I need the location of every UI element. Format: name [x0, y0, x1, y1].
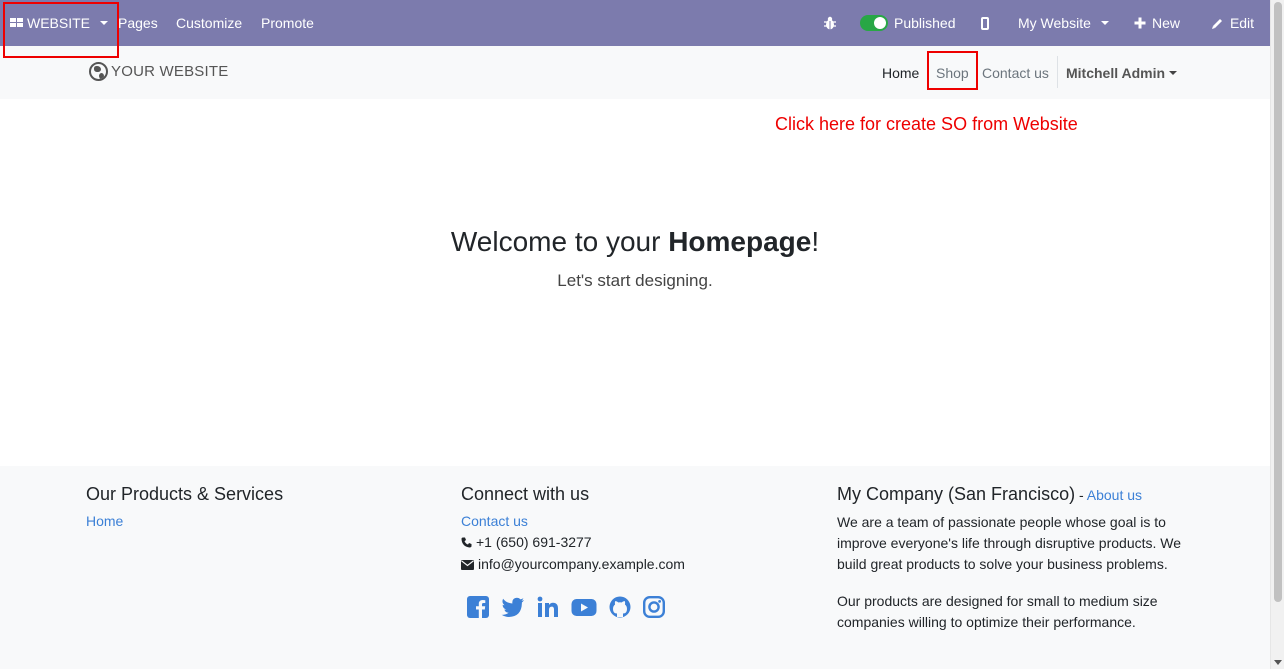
facebook-icon[interactable] — [467, 595, 489, 624]
apps-grid-icon — [10, 18, 23, 28]
youtube-icon[interactable] — [571, 596, 597, 624]
github-icon[interactable] — [609, 596, 631, 624]
nav-contact-link[interactable]: Contact us — [982, 65, 1049, 81]
plus-icon — [1134, 17, 1146, 29]
instagram-icon[interactable] — [643, 595, 666, 624]
logo-text: YOUR WEBSITE — [111, 63, 229, 80]
debug-bug-button[interactable] — [823, 0, 837, 46]
footer-email-text: info@yourcompany.example.com — [478, 556, 685, 572]
footer-products-title: Our Products & Services — [86, 484, 284, 504]
user-menu[interactable]: Mitchell Admin — [1066, 46, 1178, 99]
social-links — [467, 595, 801, 624]
footer-company-column: My Company (San Francisco) - About us We… — [837, 483, 1187, 633]
toggle-switch-icon — [860, 15, 888, 31]
new-button[interactable]: New — [1134, 0, 1180, 46]
footer-connect-title: Connect with us — [461, 484, 590, 504]
website-menu-button[interactable]: WEBSITE — [10, 0, 109, 46]
footer-company-name: My Company (San Francisco) — [837, 484, 1076, 504]
hero-title-bold: Homepage — [668, 226, 812, 257]
mobile-icon — [981, 16, 989, 30]
menu-promote[interactable]: Promote — [261, 0, 314, 46]
site-footer: Our Products & Services Home Connect wit… — [0, 466, 1270, 669]
annotation-text: Click here for create SO from Website — [775, 114, 1078, 134]
nav-divider — [1057, 56, 1058, 88]
published-label: Published — [894, 15, 956, 31]
hero-title-prefix: Welcome to your — [450, 226, 669, 257]
linkedin-icon[interactable] — [537, 596, 559, 624]
footer-about-link[interactable]: About us — [1087, 487, 1142, 503]
menu-promote-label: Promote — [261, 15, 314, 31]
nav-contact[interactable]: Contact us — [982, 46, 1049, 99]
edit-button[interactable]: Edit — [1195, 0, 1270, 46]
phone-icon — [461, 537, 472, 548]
menu-pages[interactable]: Pages — [118, 0, 158, 46]
scrollbar-thumb[interactable] — [1274, 2, 1282, 602]
my-website-dropdown[interactable]: My Website — [1018, 0, 1109, 46]
scroll-down-arrow-icon[interactable] — [1274, 660, 1282, 665]
footer-company-description: We are a team of passionate people whose… — [837, 514, 1182, 572]
website-menu-label: WEBSITE — [27, 15, 91, 31]
hero-title-suffix: ! — [811, 226, 820, 257]
footer-products-column: Our Products & Services Home — [86, 483, 416, 532]
footer-contact-link[interactable]: Contact us — [461, 513, 528, 529]
envelope-icon — [461, 559, 474, 570]
site-logo[interactable]: YOUR WEBSITE — [89, 62, 228, 81]
footer-connect-column: Connect with us Contact us +1 (650) 691-… — [461, 483, 801, 624]
footer-phone: +1 (650) 691-3277 — [461, 532, 592, 553]
published-toggle[interactable]: Published — [860, 0, 956, 46]
hero-subtitle: Let's start designing. — [557, 271, 713, 290]
menu-customize-label: Customize — [176, 15, 243, 31]
chevron-down-icon — [1100, 21, 1109, 25]
footer-company-products: Our products are designed for small to m… — [837, 593, 1158, 630]
my-website-label: My Website — [1018, 15, 1091, 31]
footer-company-title: My Company (San Francisco) - About us — [837, 483, 1187, 506]
chevron-down-icon — [1169, 70, 1178, 75]
hero-title: Welcome to your Homepage! — [0, 226, 1270, 258]
new-label: New — [1152, 15, 1181, 31]
footer-email: info@yourcompany.example.com — [461, 554, 685, 575]
site-header: YOUR WEBSITE Home Shop Contact us Mitche… — [0, 46, 1270, 99]
footer-home-link[interactable]: Home — [86, 513, 123, 529]
footer-phone-text: +1 (650) 691-3277 — [476, 534, 592, 550]
chevron-down-icon — [100, 21, 109, 25]
nav-home-link[interactable]: Home — [882, 65, 919, 81]
bug-icon — [824, 16, 836, 30]
pencil-icon — [1211, 18, 1222, 29]
website-admin-bar: WEBSITE Pages Customize Promote Publishe… — [0, 0, 1270, 46]
menu-pages-label: Pages — [118, 15, 158, 31]
edit-label: Edit — [1229, 15, 1255, 31]
globe-icon — [89, 62, 108, 81]
nav-shop[interactable]: Shop — [936, 46, 969, 99]
user-name: Mitchell Admin — [1066, 64, 1166, 81]
mobile-preview-button[interactable] — [981, 0, 989, 46]
nav-shop-link[interactable]: Shop — [936, 65, 969, 81]
nav-home[interactable]: Home — [882, 46, 919, 99]
menu-customize[interactable]: Customize — [176, 0, 242, 46]
twitter-icon[interactable] — [501, 596, 525, 624]
page-scrollbar[interactable] — [1270, 0, 1284, 669]
footer-title-separator: - — [1075, 487, 1087, 503]
